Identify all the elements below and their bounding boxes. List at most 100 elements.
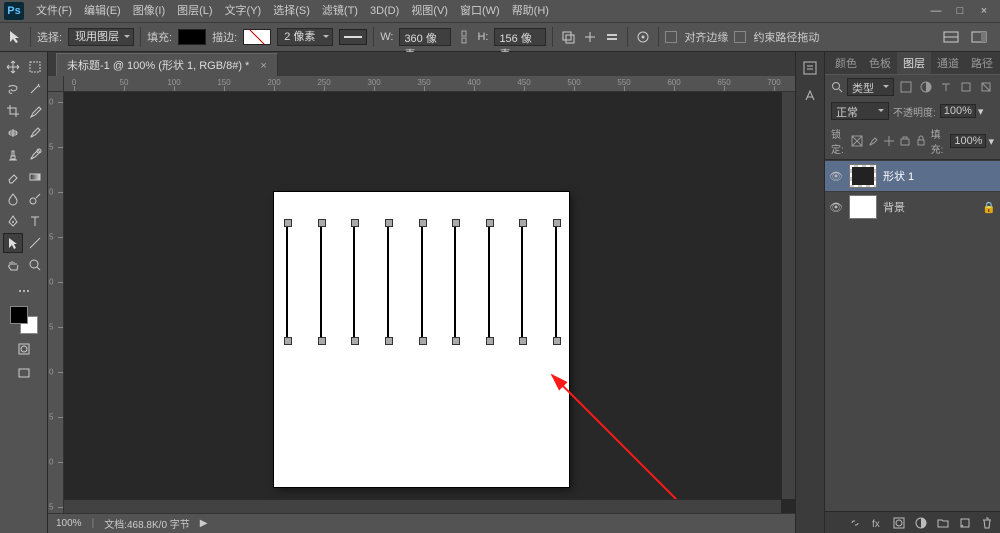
stroke-width-dropdown[interactable]: 2 像素 [277, 28, 333, 46]
quickmask-icon[interactable] [15, 340, 33, 358]
eraser-tool[interactable] [4, 168, 22, 186]
path-align-icon[interactable] [581, 28, 599, 46]
layer-item-shape[interactable]: 👁 形状 1 [825, 160, 1000, 191]
character-panel-icon[interactable] [800, 86, 820, 106]
menu-help[interactable]: 帮助(H) [506, 0, 555, 22]
layer-style-icon[interactable]: fx [870, 516, 884, 530]
eyedropper-tool[interactable] [26, 102, 44, 120]
lock-nest-icon[interactable] [899, 133, 911, 149]
filter-pixel-icon[interactable] [898, 79, 914, 95]
filter-shape-icon[interactable] [958, 79, 974, 95]
layer-kind-dropdown[interactable]: 类型 [847, 78, 894, 96]
layer-name[interactable]: 背景 [883, 199, 905, 215]
menu-type[interactable]: 文字(Y) [219, 0, 268, 22]
menu-3d[interactable]: 3D(D) [364, 0, 405, 22]
brush-tool[interactable] [26, 124, 44, 142]
lasso-tool[interactable] [4, 80, 22, 98]
menu-edit[interactable]: 编辑(E) [78, 0, 127, 22]
zoom-level[interactable]: 100% [56, 518, 82, 529]
path-options-icon[interactable] [634, 28, 652, 46]
fill-swatch[interactable] [178, 29, 206, 45]
tab-swatches[interactable]: 色板 [863, 52, 897, 74]
fill-opacity-field[interactable]: 100%▾ [950, 134, 994, 148]
adjustment-layer-icon[interactable] [914, 516, 928, 530]
blur-tool[interactable] [4, 190, 22, 208]
chevron-right-icon[interactable]: ▶ [200, 518, 208, 529]
link-layers-icon[interactable] [848, 516, 862, 530]
filter-smart-icon[interactable] [978, 79, 994, 95]
quick-guide-icon[interactable] [942, 28, 960, 46]
screenmode-icon[interactable] [15, 364, 33, 382]
shape-lines[interactable] [286, 222, 557, 342]
path-selection-tool-icon[interactable] [6, 28, 24, 46]
blend-mode-dropdown[interactable]: 正常 [831, 102, 889, 120]
line-tool[interactable] [26, 234, 44, 252]
color-swatches[interactable] [10, 306, 38, 334]
move-tool[interactable] [4, 58, 22, 76]
marquee-tool[interactable] [26, 58, 44, 76]
ruler-vertical[interactable]: 0505050505 [48, 92, 64, 513]
edit-toolbar-icon[interactable] [15, 282, 33, 300]
menu-image[interactable]: 图像(I) [127, 0, 171, 22]
lock-trans-icon[interactable] [851, 133, 863, 149]
lock-image-icon[interactable] [867, 133, 879, 149]
pen-tool[interactable] [4, 212, 22, 230]
canvas-viewport[interactable] [64, 92, 781, 491]
layer-item-background[interactable]: 👁 背景 🔒 [825, 191, 1000, 222]
visibility-icon[interactable]: 👁 [829, 170, 843, 183]
menu-file[interactable]: 文件(F) [30, 0, 78, 22]
window-close-button[interactable]: × [972, 2, 996, 20]
document-tab[interactable]: 未标题-1 @ 100% (形状 1, RGB/8#) * × [56, 53, 278, 76]
opacity-field[interactable]: 100%▾ [940, 104, 984, 118]
stamp-tool[interactable] [4, 146, 22, 164]
filter-adjust-icon[interactable] [918, 79, 934, 95]
artboard[interactable] [274, 192, 569, 487]
tab-color[interactable]: 颜色 [829, 52, 863, 74]
magic-wand-tool[interactable] [26, 80, 44, 98]
align-edges-checkbox[interactable]: 对齐边缘 [665, 29, 728, 45]
hand-tool[interactable] [4, 256, 22, 274]
menu-layer[interactable]: 图层(L) [171, 0, 218, 22]
gradient-tool[interactable] [26, 168, 44, 186]
delete-layer-icon[interactable] [980, 516, 994, 530]
type-tool[interactable] [26, 212, 44, 230]
lock-pos-icon[interactable] [883, 133, 895, 149]
layer-thumbnail[interactable] [849, 195, 877, 219]
history-brush-tool[interactable] [26, 146, 44, 164]
stroke-style-dropdown[interactable] [339, 29, 367, 45]
crop-tool[interactable] [4, 102, 22, 120]
close-icon[interactable]: × [260, 60, 266, 72]
tab-channels[interactable]: 通道 [931, 52, 965, 74]
menu-view[interactable]: 视图(V) [405, 0, 454, 22]
filter-type-icon[interactable] [938, 79, 954, 95]
menu-select[interactable]: 选择(S) [267, 0, 316, 22]
doc-info[interactable]: 文档:468.8K/0 字节 [104, 516, 190, 531]
foreground-color-swatch[interactable] [10, 306, 28, 324]
visibility-icon[interactable]: 👁 [829, 201, 843, 214]
history-panel-icon[interactable] [800, 58, 820, 78]
dodge-tool[interactable] [26, 190, 44, 208]
horizontal-scrollbar[interactable] [64, 499, 781, 513]
layer-thumbnail[interactable] [849, 164, 877, 188]
lock-all-icon[interactable] [915, 133, 927, 149]
tab-paths[interactable]: 路径 [965, 52, 999, 74]
width-field[interactable]: 360 像素 [399, 28, 451, 46]
stroke-swatch[interactable] [243, 29, 271, 45]
menu-filter[interactable]: 滤镜(T) [316, 0, 364, 22]
path-selection-tool[interactable] [4, 234, 22, 252]
zoom-tool[interactable] [26, 256, 44, 274]
healing-tool[interactable] [4, 124, 22, 142]
height-field[interactable]: 156 像素 [494, 28, 546, 46]
ruler-horizontal[interactable]: 0501001502002503003504004505005506006507… [64, 76, 795, 92]
select-dropdown[interactable]: 现用图层 [68, 28, 134, 46]
window-maximize-button[interactable]: □ [948, 2, 972, 20]
workspace-panel-icon[interactable] [970, 28, 988, 46]
vertical-scrollbar[interactable] [781, 92, 795, 499]
layer-name[interactable]: 形状 1 [883, 168, 914, 184]
group-icon[interactable] [936, 516, 950, 530]
search-icon[interactable] [831, 81, 843, 93]
window-minimize-button[interactable]: — [924, 2, 948, 20]
path-ops-icon[interactable] [559, 28, 577, 46]
path-arrange-icon[interactable] [603, 28, 621, 46]
link-wh-icon[interactable] [457, 30, 471, 44]
